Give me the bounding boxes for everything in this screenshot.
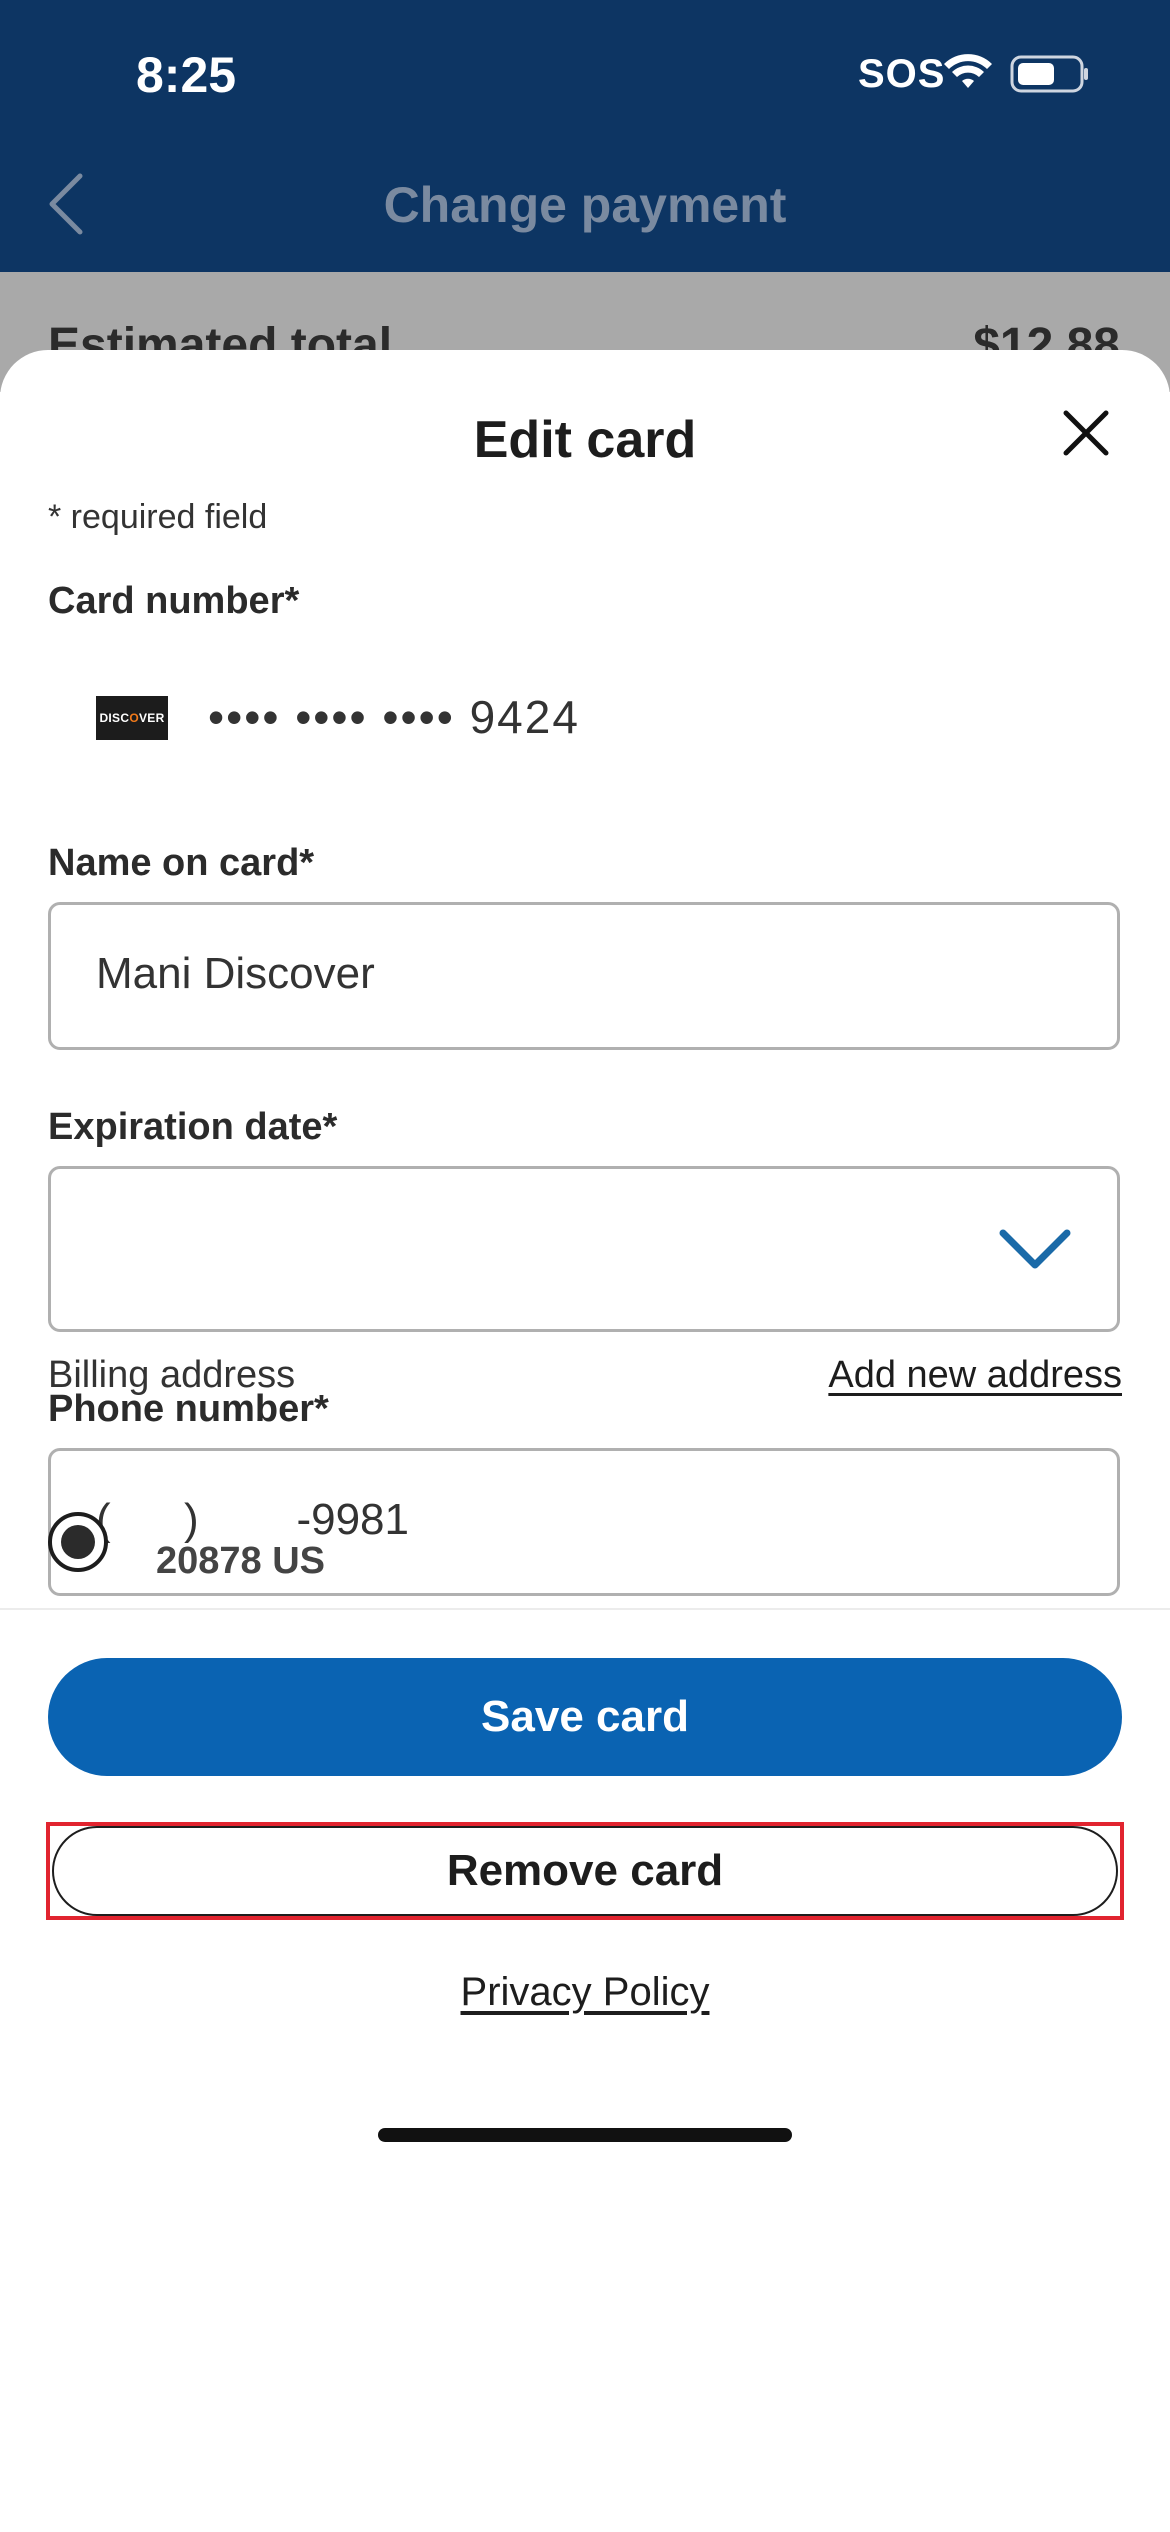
- page-title: Change payment: [383, 177, 787, 233]
- billing-address-text: 20878 US: [156, 1540, 326, 1582]
- billing-address-label: Billing address: [48, 1354, 296, 1396]
- status-time: 8:25: [136, 47, 237, 103]
- card-number-label: Card number*: [48, 580, 300, 622]
- remove-card-button[interactable]: Remove card: [52, 1826, 1118, 1916]
- required-field-note: * required field: [48, 498, 268, 536]
- name-on-card-field[interactable]: Mani Discover: [48, 902, 1120, 1050]
- privacy-policy-row: Privacy Policy: [0, 1970, 1170, 2015]
- add-new-address-link[interactable]: Add new address: [828, 1354, 1122, 1397]
- divider: [0, 1608, 1170, 1610]
- chevron-down-icon: [999, 1229, 1071, 1269]
- battery-icon: [1010, 55, 1088, 93]
- discover-logo-icon: DISC O VER: [96, 696, 168, 740]
- close-icon[interactable]: [1060, 407, 1112, 459]
- save-card-button[interactable]: Save card: [48, 1658, 1122, 1776]
- expiration-date-label: Expiration date*: [48, 1106, 338, 1148]
- sheet-title: Edit card: [473, 411, 697, 469]
- wifi-icon: [944, 54, 992, 88]
- home-indicator: [378, 2128, 792, 2142]
- name-on-card-label: Name on card*: [48, 842, 315, 884]
- top-bar: 8:25 SOS Change payment: [0, 0, 1170, 272]
- status-sos: SOS: [858, 52, 946, 96]
- card-number-masked: •••• •••• •••• 9424: [208, 691, 580, 743]
- phone-number-value: ( ) -9981: [96, 1495, 409, 1544]
- name-on-card-value: Mani Discover: [96, 949, 375, 998]
- address-radio-selected[interactable]: [48, 1512, 108, 1572]
- privacy-policy-link[interactable]: Privacy Policy: [461, 1970, 710, 2014]
- expiration-date-select[interactable]: [48, 1166, 1120, 1332]
- edit-card-sheet: Edit card * required field Card number* …: [0, 350, 1170, 2532]
